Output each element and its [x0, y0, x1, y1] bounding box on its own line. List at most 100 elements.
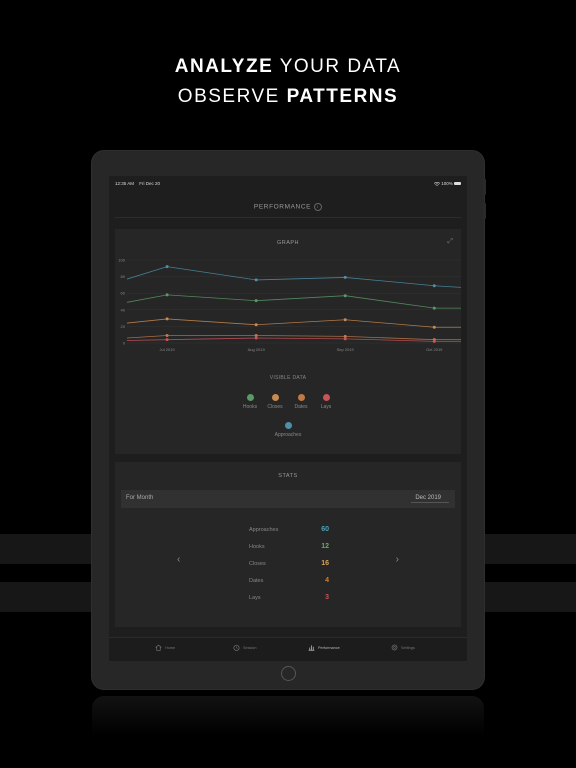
home-button[interactable]: [281, 666, 296, 681]
stat-row-dates: Dates 4: [249, 577, 329, 589]
stat-name: Approaches: [249, 527, 279, 533]
page-title: PERFORMANCE i: [109, 203, 467, 211]
data-point-dates: [165, 334, 169, 338]
tab-home[interactable]: Home: [155, 644, 175, 651]
y-tick-label: 0: [123, 341, 126, 346]
tab-label: Home: [165, 645, 176, 650]
data-point-approaches: [343, 275, 347, 279]
status-bar-left: 12:35 AM Fri Dec 20: [115, 181, 160, 186]
tab-session[interactable]: Session: [233, 644, 257, 651]
data-point-approaches: [254, 278, 258, 282]
divider: [115, 217, 461, 218]
next-period-button[interactable]: ›: [396, 554, 399, 565]
tab-label: Session: [243, 645, 257, 650]
headline-observe: OBSERVE: [177, 86, 280, 107]
data-point-lays: [165, 338, 169, 342]
headline-analyze: ANALYZE: [174, 56, 274, 77]
data-point-hooks: [432, 306, 436, 310]
volume-button: [483, 203, 486, 219]
graph-title: GRAPH: [276, 240, 300, 246]
data-point-closes: [432, 325, 436, 329]
stat-value: 16: [321, 560, 329, 567]
status-date: Fri Dec 20: [139, 181, 161, 186]
x-tick-label: Aug 2019: [248, 347, 266, 352]
tab-label: Settings: [401, 645, 415, 650]
series-line-closes: [126, 318, 461, 328]
stat-row-approaches: Approaches 60: [249, 526, 329, 538]
tablet-device: 12:35 AM Fri Dec 20 100% PERFORMANCE i GR…: [92, 151, 486, 689]
stat-row-hooks: Hooks 12: [249, 543, 329, 555]
series-line-approaches: [126, 266, 461, 288]
y-tick-label: 40: [121, 307, 126, 312]
data-point-closes: [254, 323, 258, 327]
tab-bar: Home Session Performance Settings: [109, 637, 467, 661]
tab-label: Performance: [318, 645, 340, 650]
timer-icon: [233, 644, 240, 651]
period-selector[interactable]: For Month Dec 2019: [121, 490, 455, 508]
stat-row-closes: Closes 16: [249, 560, 329, 572]
expand-icon[interactable]: ⤢: [447, 238, 453, 246]
data-point-lays: [343, 337, 347, 341]
x-tick-label: Sep 2019: [337, 347, 355, 352]
y-tick-label: 80: [121, 274, 126, 279]
data-point-hooks: [165, 293, 169, 297]
data-point-closes: [343, 318, 347, 322]
legend-dot: [271, 394, 279, 401]
tab-settings[interactable]: Settings: [391, 644, 415, 651]
bar-chart-icon: [308, 645, 315, 651]
period-value[interactable]: Dec 2019: [411, 495, 449, 503]
data-point-approaches: [432, 284, 436, 288]
battery-percent: 100%: [441, 181, 453, 186]
data-point-approaches: [165, 265, 169, 269]
gear-icon: [391, 644, 398, 651]
period-value-text: Dec 2019: [411, 495, 449, 503]
x-tick-label: Jul 2019: [160, 347, 176, 352]
period-label: For Month: [126, 495, 154, 501]
y-tick-label: 20: [121, 324, 126, 329]
home-icon: [155, 644, 162, 651]
stat-name: Hooks: [249, 544, 265, 550]
legend-toggle-approaches[interactable]: Approaches: [268, 422, 308, 438]
headline-line-1: ANALYZE YOUR DATA: [0, 56, 576, 78]
data-point-hooks: [254, 299, 258, 303]
legend-dot: [297, 394, 305, 401]
tab-performance[interactable]: Performance: [308, 644, 340, 651]
info-icon[interactable]: i: [314, 203, 323, 211]
data-point-hooks: [343, 294, 347, 298]
headline-your-data: YOUR DATA: [279, 56, 402, 77]
stat-value: 12: [321, 543, 329, 550]
legend-dot: [322, 394, 330, 401]
stats-card: STATS For Month Dec 2019 ‹ › Approaches …: [115, 462, 461, 627]
y-tick-label: 100: [118, 258, 125, 263]
headline-patterns: PATTERNS: [286, 86, 399, 107]
legend-toggle-lays[interactable]: Lays: [306, 394, 346, 410]
status-bar-right: 100%: [433, 181, 461, 186]
app-screen: 12:35 AM Fri Dec 20 100% PERFORMANCE i GR…: [109, 176, 467, 661]
y-tick-label: 60: [121, 291, 126, 296]
stat-value: 3: [325, 594, 329, 601]
wifi-icon: [433, 181, 441, 186]
previous-period-button[interactable]: ‹: [177, 554, 180, 565]
legend-dot: [246, 394, 254, 401]
stats-title: STATS: [278, 473, 298, 479]
performance-line-chart[interactable]: 0 20 40 60 80 100 Jul 2019 Aug 2019 Sep 2019 Oct …: [115, 257, 461, 359]
volume-button: [483, 179, 486, 195]
legend-label: Approaches: [274, 432, 302, 438]
legend-label: Lays: [320, 404, 332, 410]
data-point-closes: [165, 317, 169, 321]
stat-name: Closes: [249, 561, 266, 567]
stat-name: Dates: [249, 578, 264, 584]
stat-value: 4: [325, 577, 329, 584]
device-reflection: [92, 696, 484, 736]
stat-value: 60: [321, 526, 329, 533]
series-line-dates: [126, 335, 461, 341]
battery-icon: [454, 182, 461, 186]
x-tick-label: Oct 2019: [426, 347, 443, 352]
data-point-lays: [432, 339, 436, 343]
series-line-hooks: [126, 294, 461, 309]
page-title-text: PERFORMANCE: [253, 203, 312, 211]
stat-name: Lays: [249, 595, 261, 601]
stat-row-lays: Lays 3: [249, 594, 329, 606]
legend-dot: [284, 422, 292, 429]
data-point-lays: [254, 336, 258, 340]
